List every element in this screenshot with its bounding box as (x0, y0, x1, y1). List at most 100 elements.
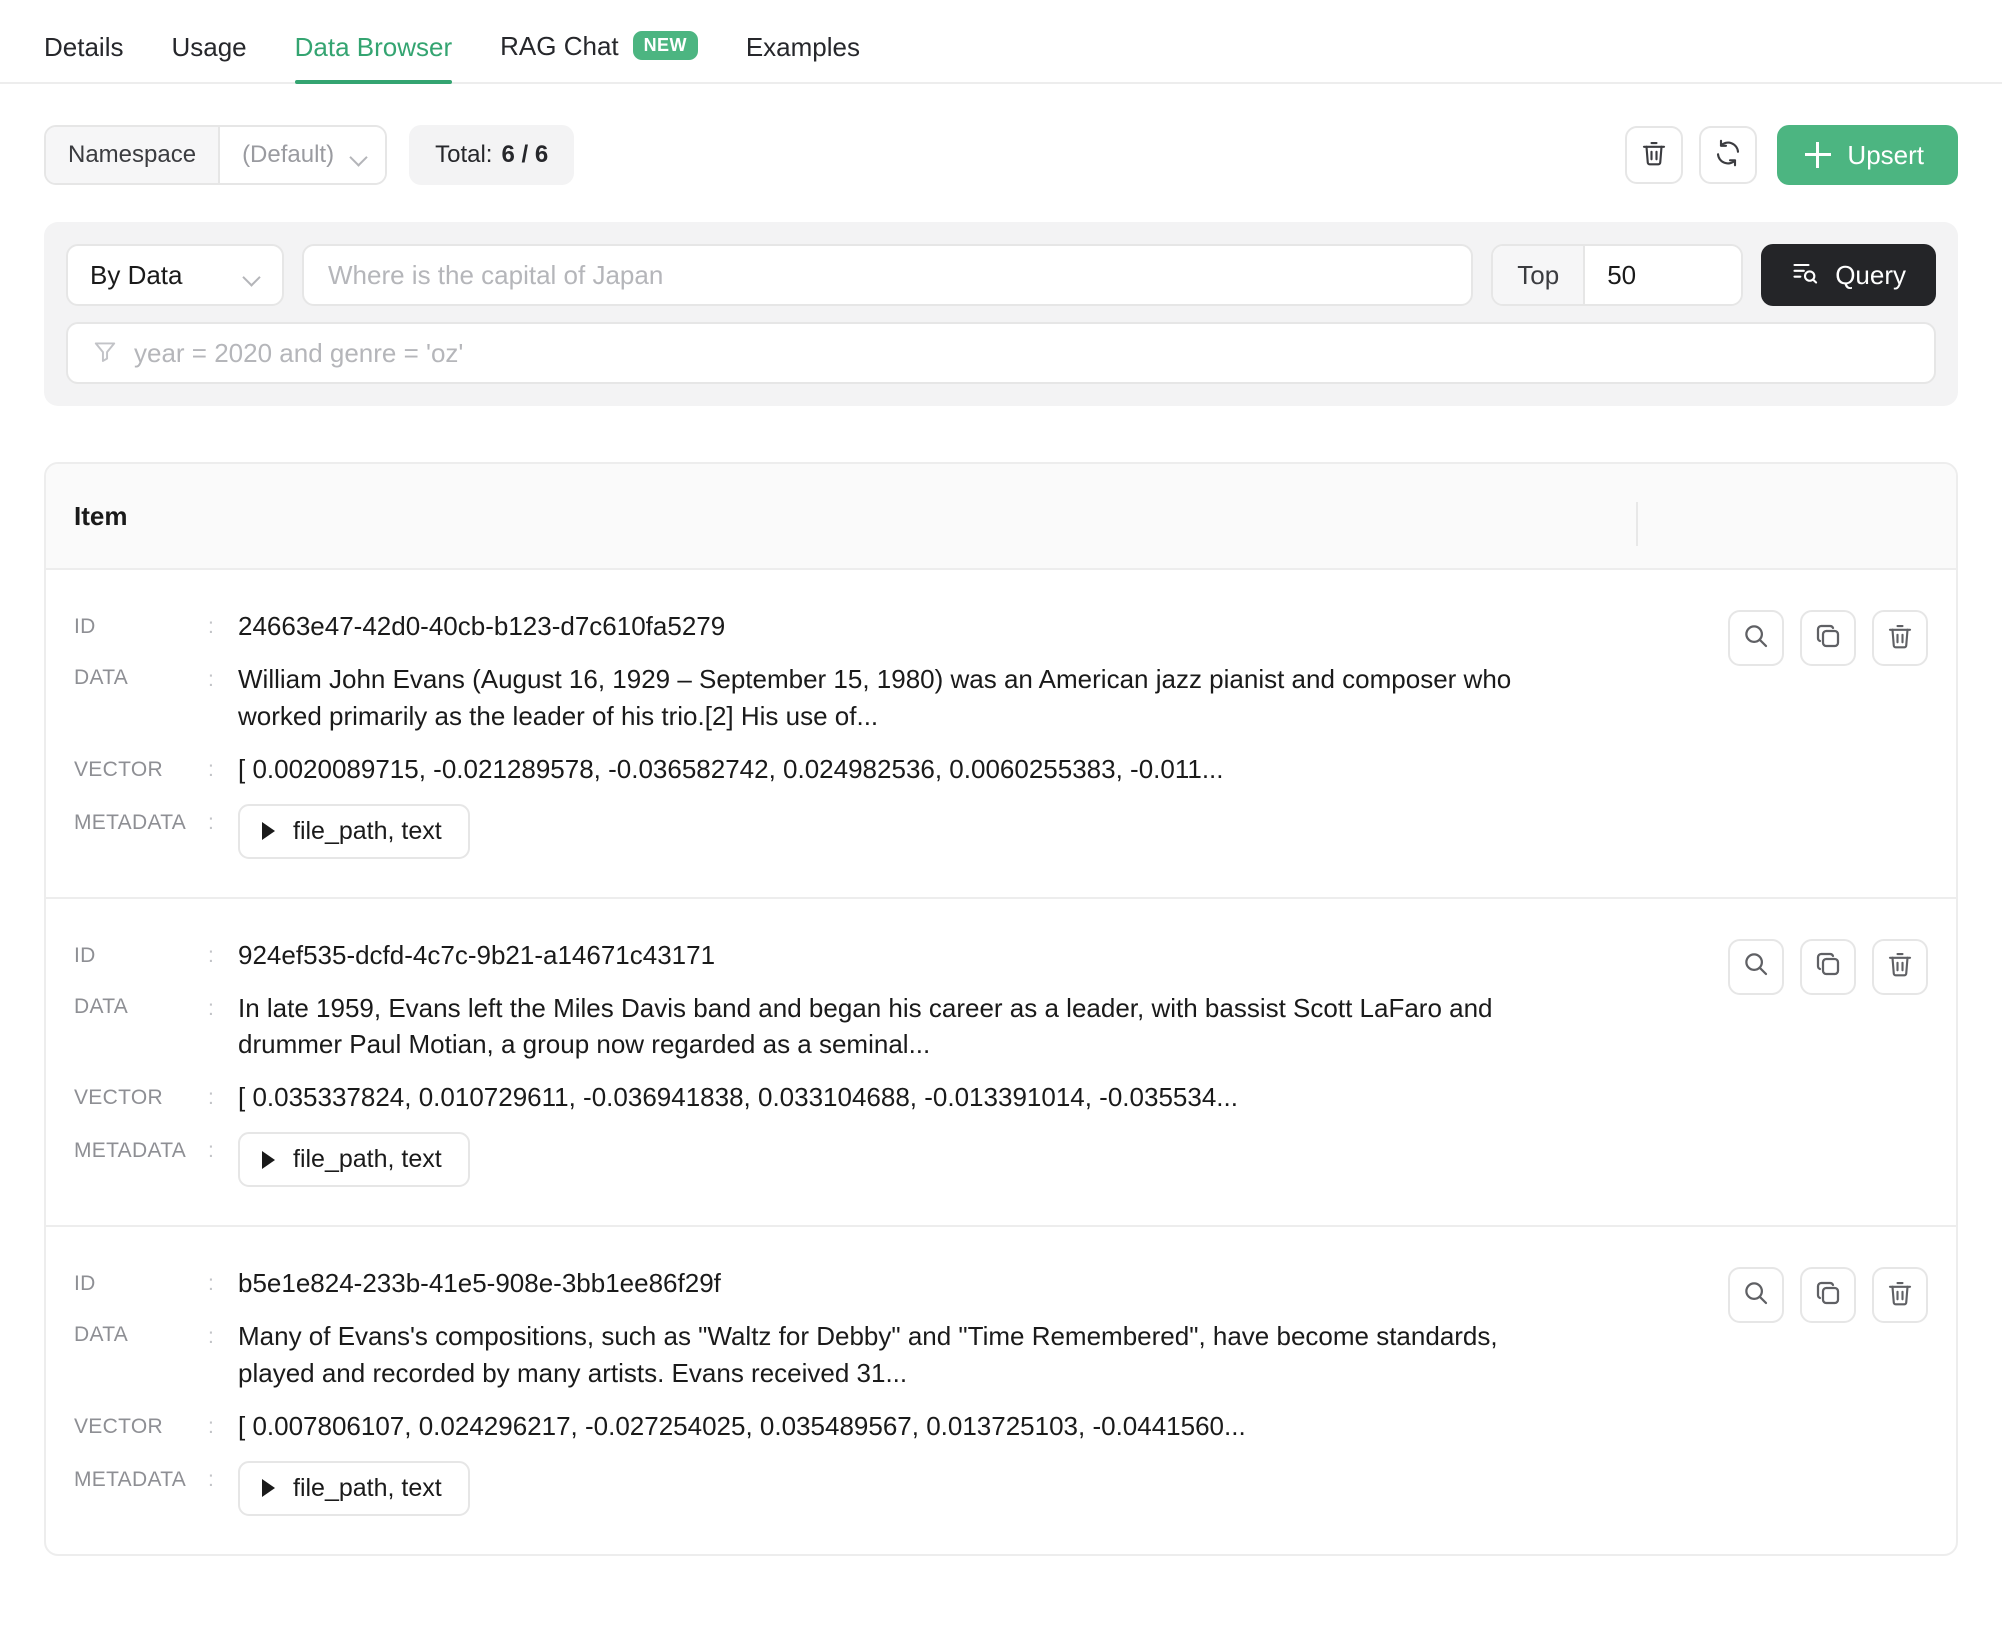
tab-usage[interactable]: Usage (171, 34, 246, 82)
field-label-vector: VECTOR (74, 1414, 163, 1438)
total-label: Total: (435, 141, 493, 168)
field-vector: VECTOR : [ 0.007806107, 0.024296217, -0.… (74, 1408, 1698, 1445)
field-label-vector: VECTOR (74, 757, 163, 781)
table-row: ID : b5e1e824-233b-41e5-908e-3bb1ee86f29… (46, 1227, 1956, 1554)
chevron-down-icon (245, 271, 260, 280)
metadata-expander[interactable]: file_path, text (238, 803, 470, 859)
trash-icon (1885, 1278, 1915, 1313)
upsert-label: Upsert (1847, 139, 1924, 170)
trash-icon (1885, 949, 1915, 984)
field-metadata: METADATA : file_path, text (74, 803, 1698, 859)
query-mode-select[interactable]: By Data (66, 244, 284, 306)
field-label-metadata: METADATA (74, 810, 187, 834)
field-label-data: DATA (74, 1323, 129, 1347)
tab-label: Examples (745, 32, 860, 62)
field-label-vector: VECTOR (74, 1086, 163, 1110)
namespace-selector[interactable]: Namespace (Default) (44, 125, 388, 185)
plus-icon (1805, 142, 1832, 168)
field-vector: VECTOR : [ 0.035337824, 0.010729611, -0.… (74, 1079, 1698, 1116)
metadata-keys: file_path, text (293, 1145, 442, 1174)
search-icon (1741, 949, 1771, 984)
new-badge: NEW (632, 31, 698, 60)
trash-icon (1639, 138, 1669, 173)
query-mode-label: By Data (90, 259, 183, 290)
field-metadata: METADATA : file_path, text (74, 1460, 1698, 1516)
filter-row (66, 322, 1936, 384)
metadata-expander[interactable]: file_path, text (238, 1132, 470, 1188)
field-colon: : (208, 1272, 214, 1296)
delete-row-button[interactable] (1872, 938, 1928, 995)
triangle-right-icon (262, 822, 275, 841)
inspect-row-button[interactable] (1728, 938, 1784, 995)
search-icon (1741, 621, 1771, 656)
search-input[interactable] (302, 244, 1474, 306)
inspect-row-button[interactable] (1728, 610, 1784, 666)
tab-rag-chat[interactable]: RAG Chat NEW (500, 31, 698, 82)
header-divider (1636, 502, 1638, 546)
row-fields: ID : 924ef535-dcfd-4c7c-9b21-a14671c4317… (74, 937, 1698, 1188)
filter-icon (92, 338, 118, 369)
field-value-vector: [ 0.035337824, 0.010729611, -0.036941838… (238, 1082, 1238, 1113)
table-row: ID : 24663e47-42d0-40cb-b123-d7c610fa527… (46, 570, 1956, 899)
field-id: ID : 24663e47-42d0-40cb-b123-d7c610fa527… (74, 608, 1698, 645)
field-value-id: 24663e47-42d0-40cb-b123-d7c610fa5279 (238, 611, 726, 641)
delete-all-button[interactable] (1625, 126, 1684, 184)
search-icon (1741, 1278, 1771, 1313)
field-colon: : (208, 1086, 214, 1110)
tab-label: Details (44, 32, 124, 62)
field-colon: : (208, 1325, 214, 1349)
chevron-down-icon (352, 151, 367, 160)
copy-row-button[interactable] (1800, 1267, 1856, 1324)
field-label-data: DATA (74, 994, 129, 1018)
tab-label: Usage (171, 32, 247, 62)
row-fields: ID : 24663e47-42d0-40cb-b123-d7c610fa527… (74, 608, 1698, 859)
total-count: Total: 6 / 6 (409, 125, 575, 185)
trash-icon (1885, 621, 1915, 656)
copy-row-button[interactable] (1800, 938, 1856, 995)
top-k-group[interactable]: Top (1491, 244, 1744, 306)
field-colon: : (208, 757, 214, 781)
tab-details[interactable]: Details (44, 34, 123, 82)
field-colon: : (208, 810, 214, 834)
top-k-label: Top (1493, 246, 1586, 304)
tab-data-browser[interactable]: Data Browser (294, 32, 453, 84)
refresh-button[interactable] (1699, 126, 1758, 184)
copy-icon (1813, 949, 1843, 984)
inspect-row-button[interactable] (1728, 1267, 1784, 1324)
field-label-metadata: METADATA (74, 1467, 187, 1491)
namespace-value-text: (Default) (242, 141, 335, 168)
field-label-id: ID (74, 943, 96, 967)
filter-input-wrap[interactable] (66, 322, 1936, 384)
namespace-value[interactable]: (Default) (220, 127, 386, 183)
query-button[interactable]: Query (1761, 244, 1936, 306)
column-header-item: Item (74, 500, 128, 531)
metadata-keys: file_path, text (293, 816, 442, 845)
metadata-expander[interactable]: file_path, text (238, 1460, 470, 1516)
field-colon: : (208, 615, 214, 638)
field-value-data: Many of Evans's compositions, such as "W… (238, 1321, 1498, 1389)
copy-icon (1813, 621, 1843, 656)
field-value-id: b5e1e824-233b-41e5-908e-3bb1ee86f29f (238, 1268, 721, 1299)
delete-row-button[interactable] (1872, 610, 1928, 666)
copy-row-button[interactable] (1800, 610, 1856, 666)
triangle-right-icon (262, 1479, 275, 1498)
tab-examples[interactable]: Examples (746, 34, 860, 82)
field-label-data: DATA (74, 665, 129, 689)
field-value-id: 924ef535-dcfd-4c7c-9b21-a14671c43171 (238, 939, 716, 970)
field-vector: VECTOR : [ 0.0020089715, -0.021289578, -… (74, 751, 1698, 788)
field-label-id: ID (74, 615, 96, 638)
field-label-id: ID (74, 1272, 96, 1296)
table-row: ID : 924ef535-dcfd-4c7c-9b21-a14671c4317… (46, 899, 1956, 1228)
row-actions (1728, 1265, 1928, 1324)
delete-row-button[interactable] (1872, 1267, 1928, 1324)
tab-label: Data Browser (294, 32, 453, 62)
field-value-data: In late 1959, Evans left the Miles Davis… (238, 992, 1493, 1060)
field-colon: : (208, 996, 214, 1020)
total-value: 6 / 6 (501, 141, 549, 168)
refresh-icon (1713, 138, 1743, 173)
metadata-filter-input[interactable] (134, 337, 1910, 369)
query-row: By Data Top Query (66, 244, 1936, 306)
top-k-input[interactable] (1585, 246, 1742, 304)
upsert-button[interactable]: Upsert (1777, 125, 1958, 185)
field-label-metadata: METADATA (74, 1139, 187, 1163)
